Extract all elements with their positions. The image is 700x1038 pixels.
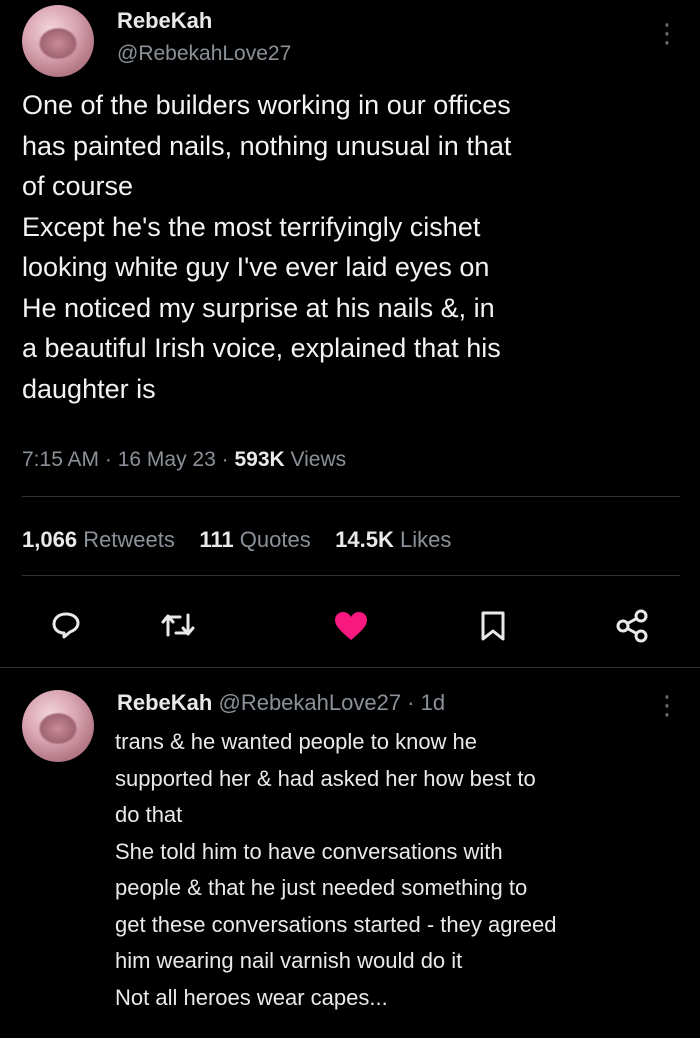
retweet-button[interactable] [160, 611, 196, 639]
divider [22, 575, 680, 576]
heart-icon [335, 612, 367, 640]
retweets-label: Retweets [83, 527, 175, 552]
retweets-stat[interactable]: 1,066 Retweets [22, 527, 175, 552]
tweet-time: 7:15 AM [22, 448, 100, 471]
reply-text: trans & he wanted people to know he supp… [115, 729, 557, 1010]
display-name[interactable]: RebeKah [117, 8, 212, 34]
separator: · [99, 448, 118, 471]
retweet-icon [161, 613, 195, 637]
share-button[interactable] [614, 608, 650, 644]
engagement-stats: 1,066 Retweets 111 Quotes 14.5K Likes [22, 527, 451, 553]
retweets-count: 1,066 [22, 527, 78, 552]
tweet-timestamp[interactable]: 7:15 AM · 16 May 23 · 593K Views [22, 448, 346, 472]
reply-avatar[interactable] [22, 690, 94, 762]
quotes-label: Quotes [239, 527, 311, 552]
like-button[interactable] [333, 610, 369, 642]
bookmark-icon [481, 611, 505, 641]
reply-icon [52, 612, 80, 639]
user-handle[interactable]: @RebekahLove27 [117, 42, 291, 66]
reply-age[interactable]: 1d [421, 690, 445, 715]
divider [0, 667, 700, 668]
likes-count: 14.5K [335, 527, 394, 552]
likes-label: Likes [400, 527, 452, 552]
reply-handle[interactable]: @RebekahLove27 [218, 690, 401, 715]
separator: · [401, 690, 421, 715]
views-label: Views [290, 448, 347, 471]
likes-stat[interactable]: 14.5K Likes [335, 527, 451, 552]
quotes-count: 111 [199, 527, 234, 552]
views-count: 593K [234, 448, 285, 471]
tweet-date: 16 May 23 [117, 448, 216, 471]
reply-header: RebeKah @RebekahLove27 · 1d [117, 690, 445, 716]
separator: · [215, 448, 235, 471]
avatar[interactable] [22, 5, 94, 77]
share-icon [616, 609, 648, 643]
divider [22, 496, 680, 497]
reply-more-options-icon[interactable]: ⋮ [654, 692, 680, 718]
reply-display-name[interactable]: RebeKah [117, 690, 212, 715]
quotes-stat[interactable]: 111 Quotes [199, 527, 310, 552]
more-options-icon[interactable]: ⋮ [654, 20, 680, 46]
tweet-text: One of the builders working in our offic… [22, 90, 512, 404]
bookmark-button[interactable] [479, 610, 507, 642]
reply-button[interactable] [50, 610, 82, 640]
